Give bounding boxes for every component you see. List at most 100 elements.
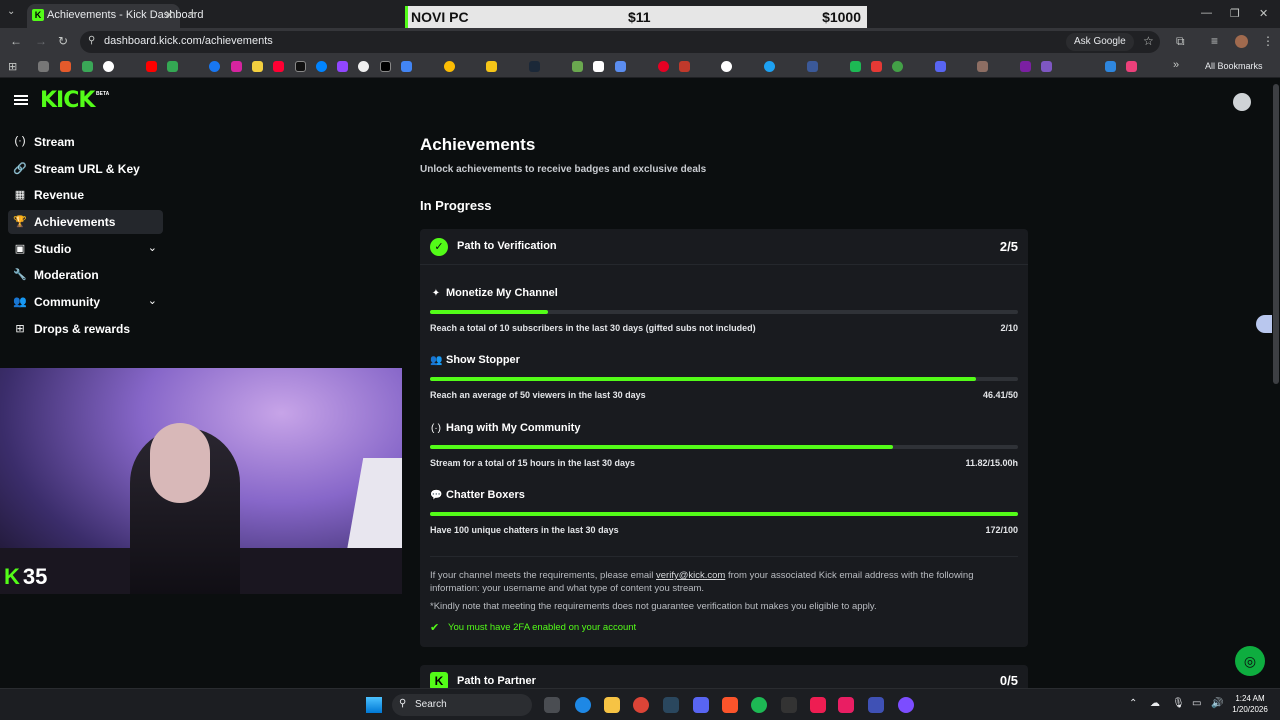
bookmark-maps-icon[interactable] <box>167 61 178 72</box>
bookmark-icon[interactable] <box>977 61 988 72</box>
microphone-icon[interactable]: 🎙 <box>1172 698 1185 709</box>
bookmark-google-icon[interactable] <box>103 61 114 72</box>
close-window-icon[interactable]: ✕ <box>1259 7 1268 20</box>
sidebar-item-studio[interactable]: ▣ Studio ⌄ <box>8 237 163 261</box>
user-avatar[interactable] <box>1233 93 1251 111</box>
site-info-icon[interactable]: ⚲ <box>88 35 95 46</box>
chevron-down-icon[interactable]: ⌄ <box>148 241 157 254</box>
bookmark-icon[interactable] <box>892 61 903 72</box>
tab-search-icon[interactable]: ⌄ <box>7 6 15 17</box>
bookmark-imdb-icon[interactable] <box>486 61 497 72</box>
browser-menu-icon[interactable]: ⋮ <box>1262 34 1274 48</box>
maximize-icon[interactable]: ❐ <box>1230 7 1240 20</box>
ask-google-button[interactable]: Ask Google <box>1066 33 1134 51</box>
sidebar-item-community[interactable]: 👥 Community ⌄ <box>8 290 163 314</box>
url-text[interactable]: dashboard.kick.com/achievements <box>104 35 273 47</box>
scrollbar-thumb[interactable] <box>1273 84 1279 384</box>
bookmark-steam-icon[interactable] <box>529 61 540 72</box>
bookmark-icon[interactable] <box>572 61 583 72</box>
discord-icon[interactable] <box>693 697 709 713</box>
steam-icon[interactable] <box>663 697 679 713</box>
achievement-name: Monetize My Channel <box>446 287 558 299</box>
taskbar-search[interactable]: ⚲ Search <box>392 694 532 716</box>
brave-icon[interactable] <box>722 697 738 713</box>
task-view-icon[interactable] <box>544 697 560 713</box>
bookmark-icon[interactable] <box>1105 61 1116 72</box>
media-icon[interactable]: ≡ <box>1211 34 1218 48</box>
bookmark-instagram-icon[interactable] <box>231 61 242 72</box>
bookmark-icon[interactable] <box>850 61 861 72</box>
bookmark-icon[interactable] <box>38 61 49 72</box>
search-icon: ⚲ <box>399 698 407 709</box>
sidebar-item-revenue[interactable]: ▦ Revenue <box>8 183 163 207</box>
spotify-icon[interactable] <box>751 697 767 713</box>
bookmark-icon[interactable] <box>764 61 775 72</box>
app-icon[interactable] <box>868 697 884 713</box>
sidebar-item-stream[interactable]: (·) Stream <box>8 130 163 154</box>
support-chat-button[interactable]: ◎ <box>1235 646 1265 676</box>
sidebar-item-stream-url-key[interactable]: 🔗 Stream URL & Key <box>8 157 163 181</box>
bookmark-x-icon[interactable] <box>380 61 391 72</box>
sidebar-item-drops-rewards[interactable]: ⊞ Drops & rewards <box>8 317 163 341</box>
taskbar-clock[interactable]: 1:24 AM 1/20/2026 <box>1228 693 1272 715</box>
bookmark-icon[interactable] <box>273 61 284 72</box>
reload-icon[interactable]: ↻ <box>58 34 68 48</box>
tiktok-live-icon[interactable] <box>810 697 826 713</box>
back-icon[interactable]: ← <box>10 34 22 48</box>
sidebar-item-moderation[interactable]: 🔧 Moderation <box>8 263 163 287</box>
bookmark-youtube-icon[interactable] <box>146 61 157 72</box>
bookmark-translate-icon[interactable] <box>401 61 412 72</box>
file-explorer-icon[interactable] <box>604 697 620 713</box>
bookmark-discord-icon[interactable] <box>935 61 946 72</box>
verify-email-link[interactable]: verify@kick.com <box>656 570 725 581</box>
clock-time: 1:24 AM <box>1235 694 1265 703</box>
app-icon[interactable] <box>838 697 854 713</box>
bookmark-facebook-icon[interactable] <box>209 61 220 72</box>
apps-icon[interactable]: ⊞ <box>8 60 17 73</box>
onedrive-icon[interactable]: ☁ <box>1150 698 1160 709</box>
more-bookmarks-icon[interactable]: » <box>1173 59 1179 71</box>
bookmark-icon[interactable] <box>252 61 263 72</box>
bookmark-tiktok-icon[interactable] <box>295 61 306 72</box>
bookmark-icon[interactable] <box>871 61 882 72</box>
sidebar-item-achievements[interactable]: 🏆 Achievements <box>8 210 163 234</box>
bookmark-icon[interactable] <box>679 61 690 72</box>
volume-icon[interactable]: 🔊 <box>1211 698 1223 709</box>
bookmark-twitch-icon[interactable] <box>337 61 348 72</box>
bookmark-star-icon[interactable]: ☆ <box>1143 34 1154 48</box>
extensions-icon[interactable]: ⧉ <box>1176 34 1185 49</box>
bookmark-icon[interactable] <box>82 61 93 72</box>
browser-tab-active[interactable]: K Achievements - Kick Dashboard ✕ <box>27 4 204 28</box>
bookmark-pinterest-icon[interactable] <box>658 61 669 72</box>
chrome-icon[interactable] <box>633 697 649 713</box>
profile-avatar[interactable] <box>1235 35 1248 48</box>
forward-icon[interactable]: → <box>35 34 47 48</box>
bookmark-wikipedia-icon[interactable] <box>593 61 604 72</box>
app-icon[interactable] <box>898 697 914 713</box>
bookmark-icon[interactable] <box>721 61 732 72</box>
close-tab-icon[interactable]: ✕ <box>164 8 174 22</box>
windows-start-icon[interactable] <box>366 697 382 713</box>
kick-logo[interactable]: KICK <box>40 88 95 113</box>
achievement-name: Hang with My Community <box>446 422 581 434</box>
card-header[interactable]: ✓ Path to Verification 2/5 <box>420 229 1028 265</box>
bookmark-messenger-icon[interactable] <box>316 61 327 72</box>
edge-icon[interactable] <box>575 697 591 713</box>
minimize-icon[interactable]: — <box>1201 7 1212 19</box>
bookmark-icon[interactable] <box>1020 61 1031 72</box>
bookmark-icon[interactable] <box>1126 61 1137 72</box>
bookmark-icon[interactable] <box>615 61 626 72</box>
obs-icon[interactable] <box>781 697 797 713</box>
tray-chevron-icon[interactable]: ⌃ <box>1129 698 1137 709</box>
network-icon[interactable]: ▭ <box>1192 698 1201 709</box>
bookmark-github-icon[interactable] <box>358 61 369 72</box>
bookmark-icon[interactable] <box>60 61 71 72</box>
chevron-down-icon[interactable]: ⌄ <box>148 294 157 307</box>
bookmark-icon[interactable] <box>1041 61 1052 72</box>
bookmark-icon[interactable] <box>807 61 818 72</box>
all-bookmarks-folder[interactable]: All Bookmarks <box>1205 61 1263 71</box>
bookmark-icon[interactable] <box>444 61 455 72</box>
address-bar[interactable]: ⚲ dashboard.kick.com/achievements Ask Go… <box>80 31 1160 53</box>
hamburger-menu-icon[interactable] <box>14 95 28 105</box>
new-tab-button[interactable]: + <box>188 5 197 22</box>
